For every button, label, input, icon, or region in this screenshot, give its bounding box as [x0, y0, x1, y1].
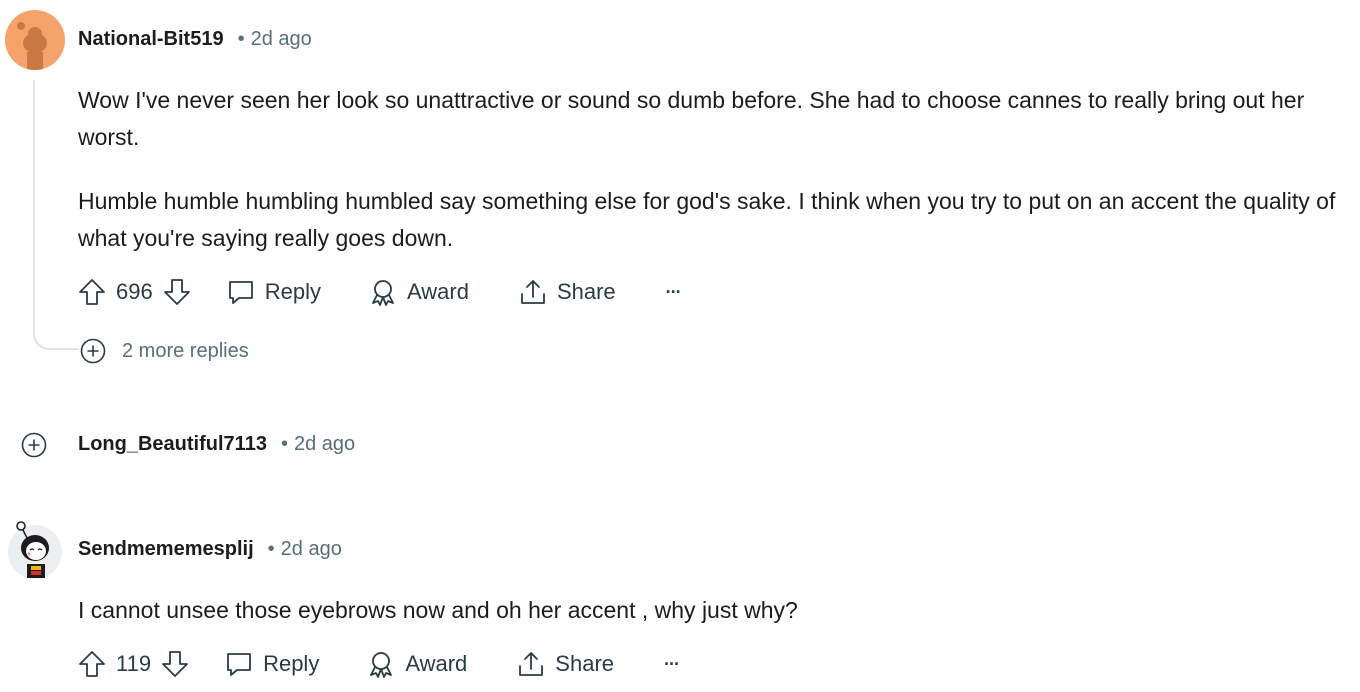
award-icon [370, 652, 393, 678]
expand-icon [21, 432, 47, 458]
downvote-button[interactable] [161, 650, 189, 678]
more-icon: ··· [665, 281, 682, 302]
more-replies-button[interactable]: 2 more replies [80, 338, 249, 364]
comment-paragraph: Wow I've never seen her look so unattrac… [78, 87, 1305, 150]
more-replies-label: 2 more replies [122, 339, 249, 362]
comment-author[interactable]: National-Bit519 [78, 28, 224, 51]
comment-icon [228, 281, 253, 304]
share-icon [519, 652, 544, 676]
comment-body: Wow I've never seen her look so unattrac… [78, 82, 1353, 284]
share-icon [521, 280, 545, 304]
award-button[interactable]: Award [367, 650, 467, 678]
award-label: Award [406, 279, 469, 304]
comment-icon [227, 653, 251, 676]
meta-separator: • [237, 28, 245, 50]
share-button[interactable]: Share [517, 650, 614, 678]
more-options-button[interactable]: ··· [664, 653, 680, 675]
more-icon: ··· [664, 653, 680, 674]
reply-button[interactable]: Reply [225, 650, 319, 678]
downvote-button[interactable] [163, 278, 191, 306]
upvote-icon [79, 279, 105, 305]
upvote-icon [79, 651, 105, 677]
expand-comment-button[interactable] [21, 432, 47, 463]
meta-separator: • [267, 538, 275, 560]
share-label: Share [555, 651, 615, 676]
avatar[interactable] [5, 10, 65, 70]
reply-label: Reply [263, 651, 320, 676]
comment-paragraph: I cannot unsee those eyebrows now and oh… [78, 597, 798, 623]
reply-label: Reply [264, 279, 321, 304]
comment-author[interactable]: Long_Beautiful7113 [78, 433, 267, 456]
award-label: Award [405, 651, 468, 676]
comment-paragraph: Humble humble humbling humbled say somet… [78, 188, 1336, 251]
expand-icon [80, 338, 106, 364]
thread-line[interactable] [33, 80, 79, 350]
avatar[interactable] [5, 520, 65, 580]
downvote-icon [163, 279, 190, 305]
comment-author[interactable]: Sendmememesplij [78, 538, 254, 561]
avatar-icon [8, 521, 62, 579]
meta-separator: • [280, 433, 288, 455]
downvote-icon [162, 651, 188, 677]
comment-timestamp[interactable]: 2d ago [251, 28, 312, 51]
award-button[interactable]: Award [369, 278, 469, 306]
comment-timestamp[interactable]: 2d ago [281, 538, 342, 561]
share-button[interactable]: Share [519, 278, 616, 306]
share-label: Share [556, 279, 616, 304]
comment-actions: 119 Reply Award Share ··· [78, 644, 680, 684]
avatar-icon [5, 10, 65, 70]
upvote-button[interactable] [78, 278, 106, 306]
award-icon [372, 280, 394, 306]
vote-count: 119 [116, 651, 152, 676]
comment-timestamp[interactable]: 2d ago [294, 433, 355, 456]
reply-button[interactable]: Reply [227, 278, 321, 306]
more-options-button[interactable]: ··· [665, 281, 682, 303]
comment-actions: 696 Reply Award Share ··· [78, 272, 682, 312]
upvote-button[interactable] [78, 650, 106, 678]
vote-count: 696 [116, 279, 153, 304]
